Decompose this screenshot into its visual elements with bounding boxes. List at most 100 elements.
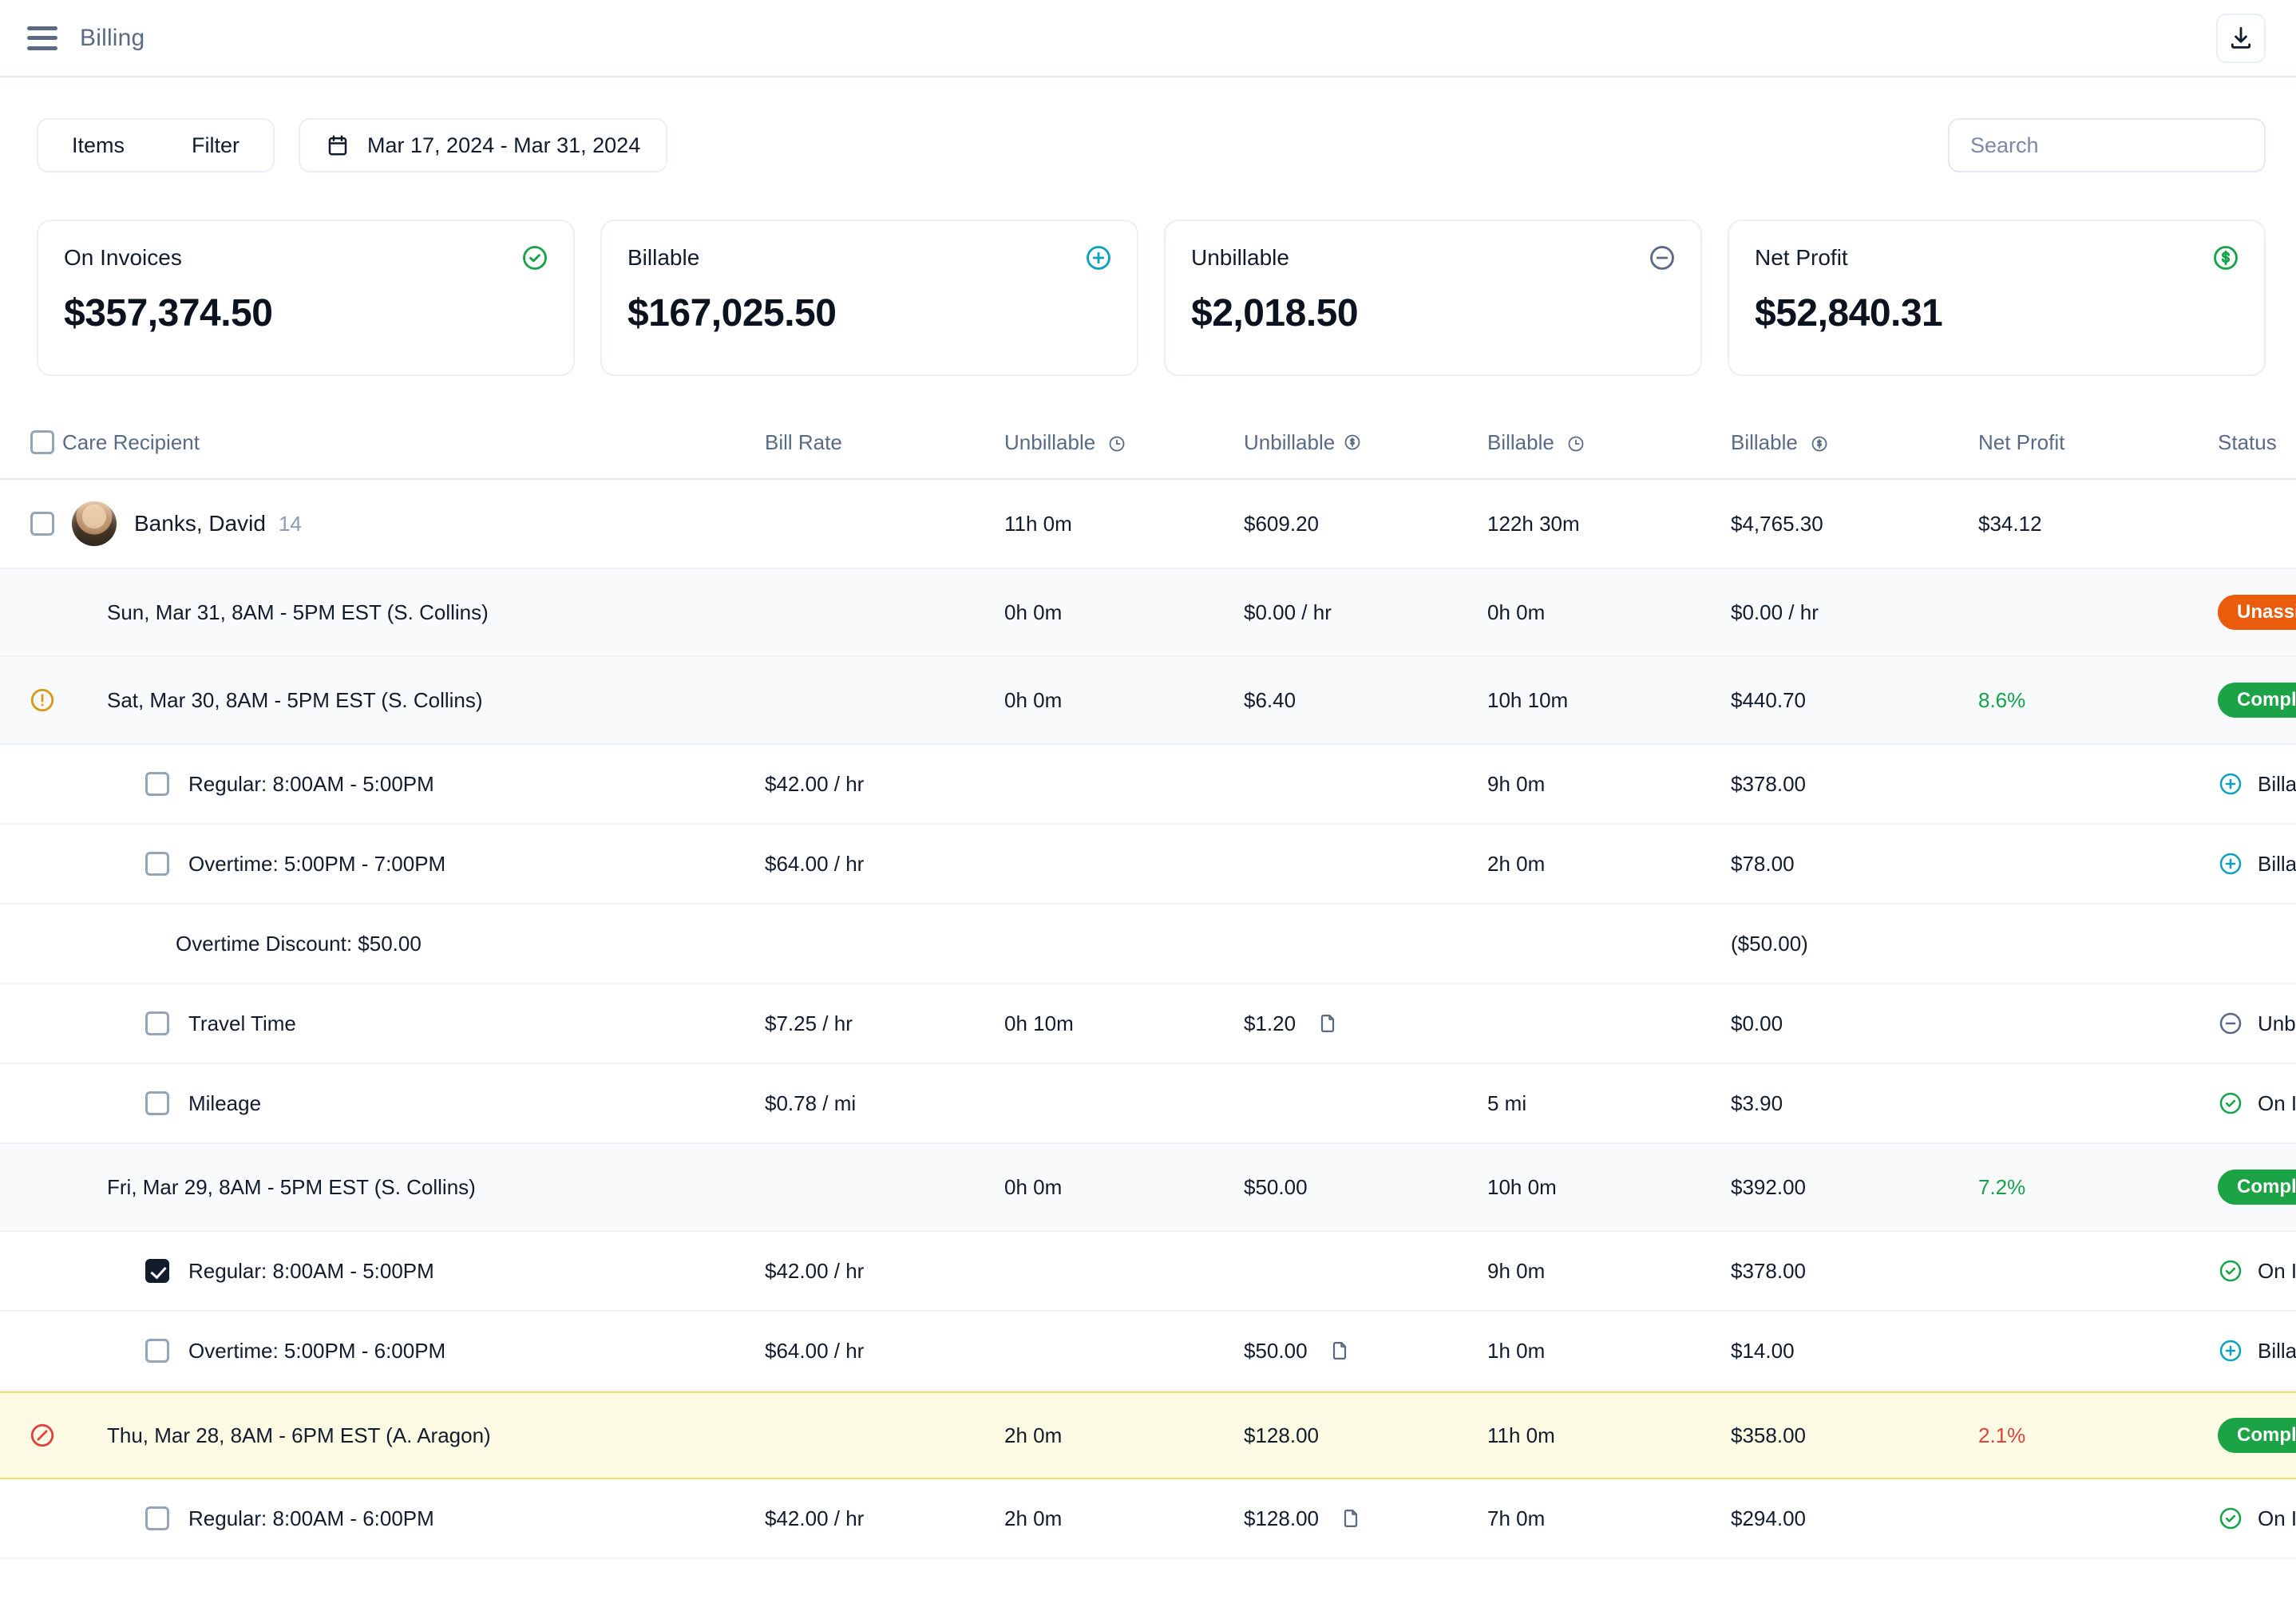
line-item-name-cell: Travel Time: [62, 1011, 765, 1036]
tab-items[interactable]: Items: [38, 120, 158, 171]
status-cell[interactable]: Unbillable: [2218, 1011, 2296, 1036]
status-badge: Completed: [2218, 1418, 2296, 1453]
column-net-profit[interactable]: Net Profit: [1978, 430, 2218, 455]
document-icon[interactable]: [1340, 1507, 1362, 1530]
table-row-shift[interactable]: Sun, Mar 31, 8AM - 5PM EST (S. Collins) …: [0, 569, 2296, 657]
unbillable-amount-cell: $128.00: [1244, 1423, 1319, 1447]
table-row-line-item[interactable]: Regular: 8:00AM - 6:00PM $42.00 / hr 2h …: [0, 1479, 2296, 1559]
line-item-label: Overtime: 5:00PM - 7:00PM: [188, 851, 446, 876]
column-label: Unbillable: [1244, 429, 1336, 454]
unbillable-hours-cell: 0h 0m: [1004, 600, 1063, 624]
page-title: Billing: [80, 24, 145, 51]
table-row-line-item[interactable]: Regular: 8:00AM - 5:00PM $42.00 / hr 9h …: [0, 1232, 2296, 1312]
column-care-recipient[interactable]: Care Recipient: [62, 430, 765, 455]
unbillable-amount-cell: $6.40: [1244, 687, 1296, 712]
billable-amount-cell: $3.90: [1731, 1090, 1783, 1115]
table-row-line-item[interactable]: Travel Time $7.25 / hr 0h 10m $1.20 $0.0…: [0, 984, 2296, 1064]
status-badge: Completed: [2218, 1170, 2296, 1205]
line-item-checkbox[interactable]: [145, 1011, 169, 1035]
column-label: Unbillable: [1004, 429, 1096, 454]
check-circle-icon: [2219, 1260, 2242, 1282]
column-unbillable-amount[interactable]: Unbillable: [1244, 430, 1487, 455]
table-row-shift-flagged[interactable]: Thu, Mar 28, 8AM - 6PM EST (A. Aragon) 2…: [0, 1391, 2296, 1479]
column-label: Bill Rate: [765, 429, 842, 454]
status-cell[interactable]: On Invoice: [2218, 1258, 2296, 1284]
table-row-shift[interactable]: Sat, Mar 30, 8AM - 5PM EST (S. Collins) …: [0, 657, 2296, 745]
table-header-row: Care Recipient Bill Rate Unbillable Unbi…: [0, 406, 2296, 480]
billable-amount-cell: $78.00: [1731, 851, 1795, 876]
line-item-label: Mileage: [188, 1090, 262, 1115]
status-label: On Invoice: [2258, 1090, 2296, 1115]
unbillable-hours-cell: 2h 0m: [1004, 1423, 1063, 1447]
column-bill-rate[interactable]: Bill Rate: [765, 430, 1004, 455]
table-row-care-recipient[interactable]: Banks, David 14 11h 0m $609.20 122h 30m …: [0, 480, 2296, 569]
status-label: Unbillable: [2258, 1011, 2296, 1035]
billable-amount-cell: $440.70: [1731, 687, 1806, 712]
warning-circle-icon: [30, 688, 54, 712]
line-item-name-cell: Regular: 8:00AM - 5:00PM: [62, 772, 765, 797]
document-icon[interactable]: [1328, 1340, 1351, 1362]
bill-rate-cell: $64.00 / hr: [765, 851, 865, 876]
row-checkbox[interactable]: [30, 512, 54, 536]
billable-hours-cell: 9h 0m: [1487, 771, 1546, 796]
check-circle-icon: [2219, 1092, 2242, 1114]
status-cell[interactable]: Billable: [2218, 851, 2296, 877]
card-value: $167,025.50: [627, 292, 837, 334]
hamburger-menu-icon[interactable]: [27, 26, 57, 50]
column-unbillable-hours[interactable]: Unbillable: [1004, 430, 1244, 455]
column-status[interactable]: Status: [2218, 430, 2296, 455]
bill-rate-cell: $42.00 / hr: [765, 1258, 865, 1283]
line-item-checkbox[interactable]: [145, 852, 169, 876]
clock-icon: [1568, 436, 1584, 451]
line-item-label: Regular: 8:00AM - 6:00PM: [188, 1506, 434, 1530]
search-input[interactable]: [1948, 118, 2266, 172]
status-label: On Invoice: [2258, 1258, 2296, 1283]
status-cell[interactable]: On Invoice: [2218, 1090, 2296, 1116]
table-row-line-item[interactable]: Regular: 8:00AM - 5:00PM $42.00 / hr 9h …: [0, 745, 2296, 825]
table-row-discount-note[interactable]: Overtime Discount: $50.00 ($50.00): [0, 904, 2296, 984]
card-on-invoices: On Invoices $357,374.50: [37, 220, 575, 376]
line-item-checkbox[interactable]: [145, 1339, 169, 1363]
billing-table: Care Recipient Bill Rate Unbillable Unbi…: [0, 406, 2296, 1559]
card-label: Unbillable: [1191, 245, 1289, 270]
plus-circle-icon: [2219, 853, 2242, 875]
unbillable-amount-value: $128.00: [1244, 1506, 1319, 1530]
care-recipient-count: 14: [278, 511, 302, 536]
table-row-line-item[interactable]: Overtime: 5:00PM - 7:00PM $64.00 / hr 2h…: [0, 825, 2296, 904]
bill-rate-cell: $42.00 / hr: [765, 771, 865, 796]
billable-hours-cell: 2h 0m: [1487, 851, 1546, 876]
date-range-picker[interactable]: Mar 17, 2024 - Mar 31, 2024: [299, 118, 668, 172]
status-cell: Completed: [2218, 1418, 2296, 1453]
tab-filter[interactable]: Filter: [158, 120, 273, 171]
status-cell[interactable]: Billable: [2218, 771, 2296, 797]
shift-flag-cell: [0, 687, 62, 714]
unbillable-hours-cell: 11h 0m: [1004, 511, 1072, 536]
table-row-shift[interactable]: Fri, Mar 29, 8AM - 5PM EST (S. Collins) …: [0, 1144, 2296, 1232]
billable-hours-cell: 1h 0m: [1487, 1338, 1546, 1363]
line-item-checkbox[interactable]: [145, 772, 169, 796]
care-recipient-cell: Banks, David 14: [62, 501, 765, 546]
billable-hours-cell: 5 mi: [1487, 1090, 1527, 1115]
line-item-checkbox[interactable]: [145, 1259, 169, 1283]
shift-flag-cell: [0, 1422, 62, 1449]
line-item-checkbox[interactable]: [145, 1506, 169, 1530]
column-billable-hours[interactable]: Billable: [1487, 430, 1731, 455]
status-label: Billable: [2258, 771, 2296, 796]
unbillable-amount-value: $50.00: [1244, 1338, 1308, 1363]
line-item-name-cell: Regular: 8:00AM - 6:00PM: [62, 1506, 765, 1531]
card-net-profit: Net Profit $52,840.31: [1728, 220, 2266, 376]
billable-hours-cell: 9h 0m: [1487, 1258, 1546, 1283]
status-cell[interactable]: Billable: [2218, 1338, 2296, 1364]
document-icon[interactable]: [1316, 1012, 1339, 1035]
bill-rate-cell: $42.00 / hr: [765, 1506, 865, 1530]
line-item-checkbox[interactable]: [145, 1091, 169, 1115]
unbillable-amount-cell: $50.00: [1244, 1174, 1308, 1199]
billable-hours-cell: 122h 30m: [1487, 511, 1580, 536]
shift-name-cell: Fri, Mar 29, 8AM - 5PM EST (S. Collins): [107, 1174, 476, 1199]
download-button[interactable]: [2216, 13, 2266, 63]
table-row-line-item[interactable]: Overtime: 5:00PM - 6:00PM $64.00 / hr $5…: [0, 1312, 2296, 1391]
table-row-line-item[interactable]: Mileage $0.78 / mi 5 mi $3.90 On Invoice: [0, 1064, 2296, 1144]
select-all-checkbox[interactable]: [30, 430, 54, 454]
column-billable-amount[interactable]: Billable: [1731, 430, 1978, 455]
status-cell[interactable]: On Invoice: [2218, 1506, 2296, 1531]
